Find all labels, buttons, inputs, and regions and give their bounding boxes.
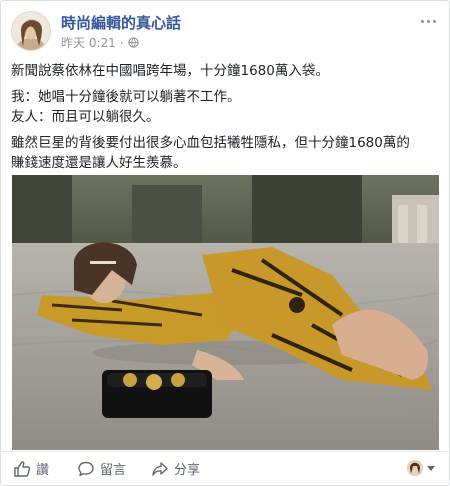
globe-icon[interactable] bbox=[127, 37, 139, 48]
post-timestamp[interactable]: 昨天 0:21 bbox=[61, 34, 116, 51]
page-avatar[interactable] bbox=[11, 11, 51, 51]
like-button[interactable]: 讚 bbox=[13, 459, 49, 478]
facebook-post: 時尚編輯的真心話 昨天 0:21 · 新聞說蔡依林在中國唱跨年場，十分鐘1680… bbox=[0, 0, 450, 486]
post-actions-bar: 讚 留言 分享 bbox=[1, 451, 449, 485]
post-line: 新聞說蔡依林在中國唱跨年場，十分鐘1680萬入袋。 bbox=[11, 63, 329, 79]
share-arrow-icon bbox=[152, 461, 168, 476]
page-name[interactable]: 時尚編輯的真心話 bbox=[61, 12, 181, 33]
post-header: 時尚編輯的真心話 昨天 0:21 · bbox=[11, 11, 439, 55]
viewer-selector[interactable] bbox=[407, 460, 435, 476]
comment-bubble-icon bbox=[78, 461, 94, 476]
post-line: 雖然巨星的背後要付出很多心血包括犧牲隱私，但十分鐘1680萬的 bbox=[11, 135, 410, 151]
post-line: 友人：而且可以躺很久。 bbox=[11, 109, 160, 125]
viewer-avatar bbox=[407, 460, 423, 476]
like-label: 讚 bbox=[36, 463, 50, 478]
thumbs-up-icon bbox=[14, 460, 31, 477]
chevron-down-icon bbox=[427, 465, 435, 471]
photo-illustration bbox=[12, 175, 439, 450]
post-line: 我：她唱十分鐘後就可以躺著不工作。 bbox=[11, 89, 241, 105]
share-button[interactable]: 分享 bbox=[151, 459, 200, 478]
post-text: 新聞說蔡依林在中國唱跨年場，十分鐘1680萬入袋。 我：她唱十分鐘後就可以躺著不… bbox=[11, 61, 441, 173]
post-photo[interactable] bbox=[12, 175, 439, 450]
comment-label: 留言 bbox=[100, 463, 127, 478]
share-label: 分享 bbox=[174, 463, 201, 478]
meta-separator: · bbox=[119, 35, 124, 50]
post-line: 賺錢速度還是讓人好生羨慕。 bbox=[11, 155, 187, 171]
more-options-icon[interactable] bbox=[417, 15, 439, 27]
post-meta: 昨天 0:21 · bbox=[61, 34, 139, 51]
comment-button[interactable]: 留言 bbox=[77, 459, 126, 478]
